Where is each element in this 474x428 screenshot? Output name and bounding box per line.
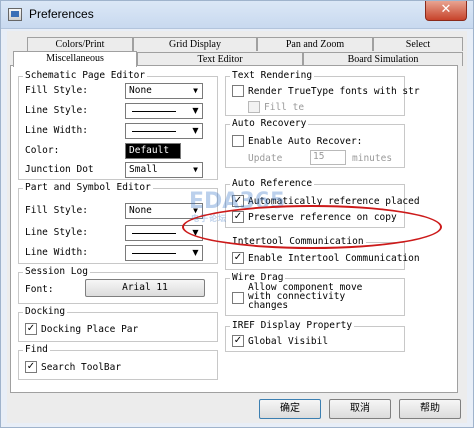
tab-colors-print[interactable]: Colors/Print [27, 37, 133, 51]
line-style-select[interactable]: ▼ [125, 103, 203, 119]
group-title: Text Rendering [230, 70, 315, 81]
fill-style-label: Fill Style: [25, 205, 88, 216]
intertool-communication-group: Intertool Communication ✓ Enable Interto… [225, 236, 420, 270]
fill-style-label: Fill Style: [25, 85, 88, 96]
session-log-group: Session Log Font: Arial 11 [18, 266, 218, 304]
line-width-label: Line Width: [25, 125, 88, 136]
help-button[interactable]: 帮助 [399, 399, 461, 419]
chevron-down-icon: ▼ [192, 248, 199, 257]
chevron-down-icon: ▼ [192, 126, 199, 135]
docking-label: Docking Place Par [41, 324, 139, 335]
chevron-down-icon: ▼ [193, 86, 198, 95]
preserve-reference-label: Preserve reference on copy [248, 212, 397, 223]
group-title: Session Log [23, 266, 90, 277]
allow-component-move-checkbox[interactable] [232, 292, 244, 304]
group-title: Part and Symbol Editor [23, 182, 153, 193]
ok-button[interactable]: 确定 [259, 399, 321, 419]
auto-recover-label: Enable Auto Recover: [248, 136, 363, 147]
update-interval-input[interactable]: 15 [310, 150, 346, 165]
line-style-label: Line Style: [25, 105, 88, 116]
title-bar: Preferences ✕ [1, 1, 473, 29]
text-rendering-group: Text Rendering Render TrueType fonts wit… [225, 70, 420, 116]
minutes-label: minutes [352, 153, 393, 164]
docking-group: Docking ✓ Docking Place Par [18, 306, 218, 342]
junction-dot-select[interactable]: Small ▼ [125, 162, 203, 178]
update-label: Update [248, 153, 283, 164]
tab-board-simulation[interactable]: Board Simulation [303, 52, 463, 66]
wire-drag-group: Wire Drag Allow component move with conn… [225, 272, 405, 316]
group-title: Schematic Page Editor [23, 70, 148, 81]
tab-select[interactable]: Select [373, 37, 463, 51]
solid-line-sample [132, 233, 176, 234]
thin-line-sample [132, 253, 176, 254]
render-truetype-label: Render TrueType fonts with str [248, 86, 420, 97]
thin-line-sample [132, 131, 176, 132]
tab-grid-display[interactable]: Grid Display [133, 37, 257, 51]
group-title: Intertool Communication [230, 236, 366, 247]
close-button[interactable]: ✕ [425, 1, 467, 21]
global-visibility-checkbox[interactable]: ✓ [232, 335, 244, 347]
auto-reference-group: Auto Reference ✓ Automatically reference… [225, 178, 420, 228]
line-width-select[interactable]: ▼ [125, 123, 203, 139]
auto-reference-checkbox[interactable]: ✓ [232, 195, 244, 207]
line-style-label: Line Style: [25, 227, 88, 238]
color-select[interactable]: Default [125, 143, 181, 159]
cancel-button[interactable]: 取消 [329, 399, 391, 419]
line-width-label: Line Width: [25, 247, 88, 258]
tab-pan-and-zoom[interactable]: Pan and Zoom [257, 37, 373, 51]
render-truetype-checkbox[interactable] [232, 85, 244, 97]
solid-line-sample [132, 111, 176, 112]
fill-style-select[interactable]: None ▼ [125, 203, 203, 219]
miscellaneous-panel: Schematic Page Editor Fill Style: None ▼… [10, 65, 458, 393]
docking-checkbox[interactable]: ✓ [25, 323, 37, 335]
window-title: Preferences [29, 7, 94, 21]
chevron-down-icon: ▼ [193, 165, 198, 174]
search-toolbar-label: Search ToolBar [41, 362, 122, 373]
chevron-down-icon: ▼ [192, 228, 199, 237]
schematic-page-editor-group: Schematic Page Editor Fill Style: None ▼… [18, 70, 218, 180]
chevron-down-icon: ▼ [193, 206, 198, 215]
search-toolbar-checkbox[interactable]: ✓ [25, 361, 37, 373]
app-icon [8, 8, 22, 21]
intertool-label: Enable Intertool Communication [248, 253, 420, 264]
fill-style-select[interactable]: None ▼ [125, 83, 203, 99]
fill-text-label: Fill te [264, 102, 305, 113]
preferences-window: Preferences ✕ Colors/Print Grid Display … [0, 0, 474, 428]
group-title: Docking [23, 306, 68, 317]
part-symbol-editor-group: Part and Symbol Editor Fill Style: None … [18, 182, 218, 264]
group-title: Find [23, 344, 50, 355]
global-visibility-label: Global Visibil [248, 336, 329, 347]
line-width-select[interactable]: ▼ [125, 245, 203, 261]
line-style-select[interactable]: ▼ [125, 225, 203, 241]
group-title: Auto Reference [230, 178, 315, 189]
group-title: Auto Recovery [230, 118, 309, 129]
find-group: Find ✓ Search ToolBar [18, 344, 218, 380]
intertool-checkbox[interactable]: ✓ [232, 252, 244, 264]
fill-text-checkbox[interactable] [248, 101, 260, 113]
tab-text-editor[interactable]: Text Editor [137, 52, 303, 66]
auto-reference-label: Automatically reference placed [248, 196, 420, 207]
font-label: Font: [25, 284, 54, 295]
junction-dot-label: Junction Dot [25, 164, 94, 175]
group-title: IREF Display Property [230, 320, 355, 331]
iref-display-group: IREF Display Property ✓ Global Visibil [225, 320, 405, 352]
font-picker-button[interactable]: Arial 11 [85, 279, 205, 297]
color-label: Color: [25, 145, 60, 156]
auto-recovery-group: Auto Recovery Enable Auto Recover: Updat… [225, 118, 405, 168]
chevron-down-icon: ▼ [192, 106, 199, 115]
preserve-reference-checkbox[interactable]: ✓ [232, 211, 244, 223]
tab-miscellaneous[interactable]: Miscellaneous [13, 51, 137, 67]
auto-recover-checkbox[interactable] [232, 135, 244, 147]
allow-component-move-label: Allow component move with connectivity c… [248, 282, 363, 311]
